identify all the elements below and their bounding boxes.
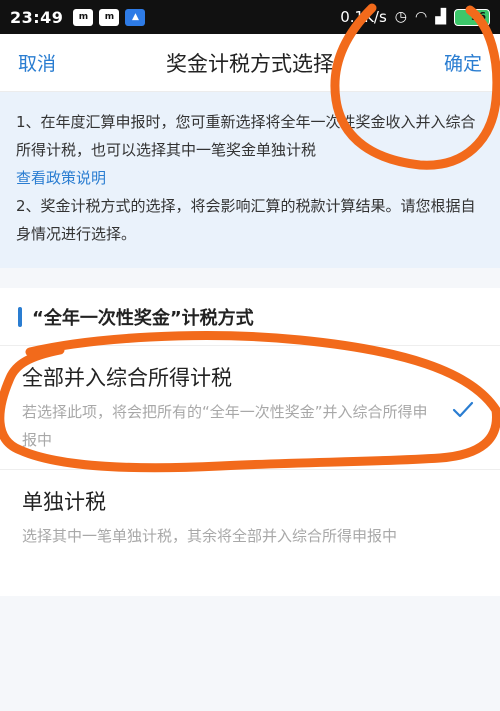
section-title: “全年一次性奖金”计税方式 <box>32 307 254 329</box>
cancel-button[interactable]: 取消 <box>18 49 56 76</box>
section-accent-bar <box>18 306 22 327</box>
option-merge-comprehensive[interactable]: 全部并入综合所得计税 若选择此项，将会把所有的“全年一次性奖金”并入综合所得申报… <box>0 346 500 470</box>
app-screen: 23:49 m m ▲ 0.1K/s ◷ ◠ ▟ 96 取消 奖金计税方式选择 … <box>0 0 500 711</box>
notice-line-1: 1、在年度汇算申报时，您可重新选择将全年一次性奖金收入并入综合所得计税，也可以选… <box>16 113 476 159</box>
notification-app-icon: ▲ <box>125 8 146 26</box>
status-time: 23:49 <box>10 7 64 27</box>
section-header: “全年一次性奖金”计税方式 <box>0 288 500 346</box>
status-app-icons: m m ▲ <box>73 8 146 26</box>
option-title: 全部并入综合所得计税 <box>22 366 232 390</box>
network-speed: 0.1K/s <box>340 8 387 26</box>
status-indicators: 0.1K/s ◷ ◠ ▟ 96 <box>340 8 490 26</box>
page-title: 奖金计税方式选择 <box>166 51 334 76</box>
battery-icon: 96 <box>454 8 490 26</box>
notice-line-2: 2、奖金计税方式的选择，将会影响汇算的税款计算结果。请您根据自身情况进行选择。 <box>16 197 476 243</box>
alarm-icon: ◷ <box>394 9 407 25</box>
notification-app-icon: m <box>73 8 94 26</box>
option-separate-tax[interactable]: 单独计税 选择其中一笔单独计税，其余将全部并入综合所得申报中 <box>0 470 500 596</box>
signal-icon: ▟ <box>435 9 446 25</box>
option-title: 单独计税 <box>22 490 106 514</box>
wifi-icon: ◠ <box>415 9 428 25</box>
option-description: 选择其中一笔单独计税，其余将全部并入综合所得申报中 <box>22 527 398 545</box>
nav-header: 取消 奖金计税方式选择 确定 <box>0 34 500 92</box>
notice-panel: 1、在年度汇算申报时，您可重新选择将全年一次性奖金收入并入综合所得计税，也可以选… <box>0 92 500 268</box>
status-bar: 23:49 m m ▲ 0.1K/s ◷ ◠ ▟ 96 <box>0 0 500 34</box>
policy-link[interactable]: 查看政策说明 <box>16 164 484 192</box>
checkmark-icon <box>452 401 474 418</box>
notification-app-icon: m <box>99 8 120 26</box>
option-description: 若选择此项，将会把所有的“全年一次性奖金”并入综合所得申报中 <box>22 403 428 449</box>
confirm-button[interactable]: 确定 <box>444 49 482 76</box>
